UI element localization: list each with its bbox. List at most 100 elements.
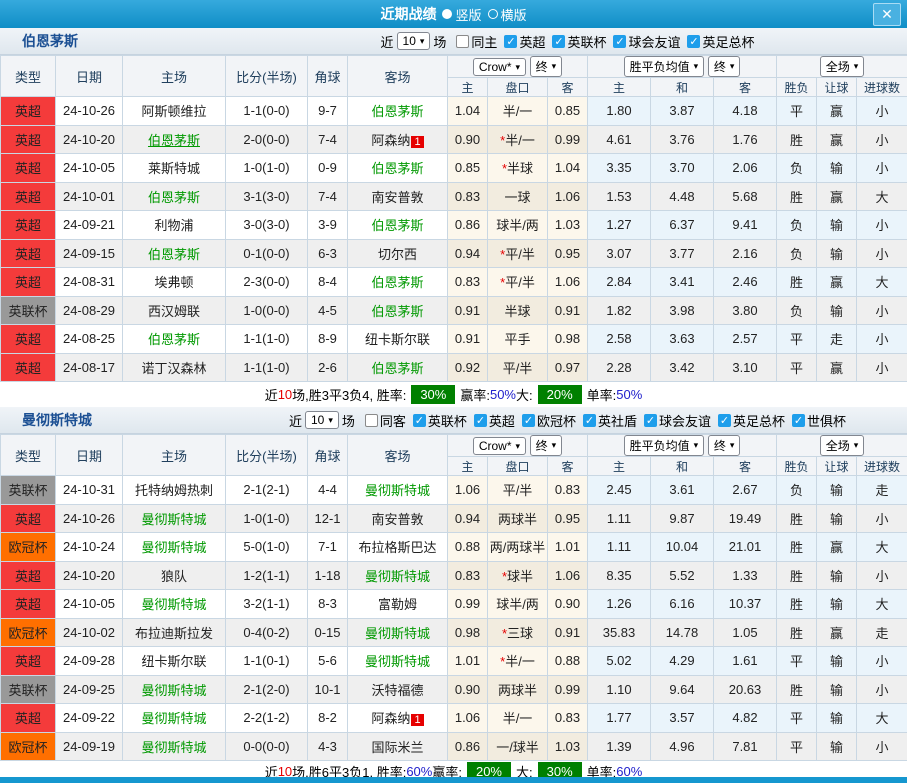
league-checkbox[interactable]: ✓ (718, 414, 731, 427)
home-team-link[interactable]: 诺丁汉森林 (141, 361, 206, 376)
same-venue-checkbox[interactable] (456, 35, 469, 48)
score: 1-1(1-0) (226, 353, 308, 382)
scope-select[interactable]: 全场▾ (820, 56, 865, 77)
scope-select[interactable]: 全场▾ (820, 435, 865, 456)
home-team-link[interactable]: 曼彻斯特城 (141, 683, 206, 698)
avg-odds-home: 1.80 (588, 97, 651, 126)
avg-odds-draw: 3.76 (651, 125, 714, 154)
league-checkbox[interactable]: ✓ (792, 414, 805, 427)
away-team-link[interactable]: 伯恩茅斯 (371, 104, 423, 119)
away-team-link[interactable]: 富勒姆 (378, 597, 417, 612)
league-checkbox[interactable]: ✓ (413, 414, 426, 427)
away-team-link[interactable]: 伯恩茅斯 (371, 275, 423, 290)
away-team-link[interactable]: 纽卡斯尔联 (365, 332, 430, 347)
chevron-down-icon: ▾ (694, 61, 699, 72)
result-handicap: 输 (817, 154, 857, 183)
away-team-link[interactable]: 南安普敦 (371, 190, 423, 205)
home-team-link[interactable]: 托特纳姆热刺 (135, 483, 213, 498)
away-team-link[interactable]: 沃特福德 (371, 683, 423, 698)
away-team-link[interactable]: 伯恩茅斯 (371, 161, 423, 176)
home-team-link[interactable]: 纽卡斯尔联 (141, 654, 206, 669)
avg-odds-away: 1.05 (714, 618, 777, 647)
away-team-link[interactable]: 南安普敦 (371, 512, 423, 527)
avg-time-select[interactable]: 终▾ (708, 56, 741, 77)
away-team-cell: 伯恩茅斯 (348, 154, 448, 183)
match-count-select[interactable]: 10▾ (305, 411, 339, 429)
away-team-link[interactable]: 曼彻斯特城 (365, 654, 430, 669)
away-team-link[interactable]: 布拉格斯巴达 (358, 540, 436, 555)
league-checkbox[interactable]: ✓ (583, 414, 596, 427)
score: 1-2(1-1) (226, 561, 308, 590)
avg-odds-draw: 5.52 (651, 561, 714, 590)
away-team-cell: 沃特福德 (348, 675, 448, 704)
corners: 5-6 (308, 647, 348, 676)
close-button[interactable]: ✕ (873, 3, 901, 26)
bookmaker-select[interactable]: Crow*▾ (473, 58, 526, 76)
avg-select[interactable]: 胜平负均值▾ (624, 435, 705, 456)
away-team-link[interactable]: 阿森纳 (371, 133, 410, 148)
match-row: 英超24-08-25伯恩茅斯1-1(1-0)8-9纽卡斯尔联0.91平手0.98… (1, 325, 907, 354)
home-team-link[interactable]: 狼队 (161, 569, 187, 584)
league-checkbox-label: 球会友谊 (659, 411, 711, 430)
corners: 8-9 (308, 325, 348, 354)
away-team-cell: 南安普敦 (348, 182, 448, 211)
match-row: 英超24-08-31埃弗顿2-3(0-0)8-4伯恩茅斯0.83*平/半1.06… (1, 268, 907, 297)
league-checkbox[interactable]: ✓ (644, 414, 657, 427)
league-checkbox[interactable]: ✓ (687, 35, 700, 48)
handicap-line: *三球 (488, 618, 548, 647)
home-team-link[interactable]: 利物浦 (154, 218, 193, 233)
bookmaker-select[interactable]: Crow*▾ (473, 437, 526, 455)
away-team-link[interactable]: 伯恩茅斯 (371, 218, 423, 233)
away-team-link[interactable]: 伯恩茅斯 (371, 304, 423, 319)
same-venue-checkbox[interactable] (365, 414, 378, 427)
section-header-bournemouth: 伯恩茅斯 近10▾场同主✓英超✓英联杯✓球会友谊✓英足总杯 (0, 28, 907, 55)
home-team-link[interactable]: 伯恩茅斯 (148, 190, 200, 205)
odds-time-select[interactable]: 终▾ (530, 435, 563, 456)
home-team-link[interactable]: 伯恩茅斯 (148, 332, 200, 347)
league-checkbox[interactable]: ✓ (522, 414, 535, 427)
home-team-link[interactable]: 曼彻斯特城 (141, 512, 206, 527)
away-team-link[interactable]: 曼彻斯特城 (365, 483, 430, 498)
away-team-link[interactable]: 阿森纳 (371, 711, 410, 726)
avg-select[interactable]: 胜平负均值▾ (624, 56, 705, 77)
odds-time-select[interactable]: 终▾ (530, 56, 563, 77)
league-checkbox[interactable]: ✓ (613, 35, 626, 48)
league-checkbox[interactable]: ✓ (474, 414, 487, 427)
handicap-line: 半/一 (488, 704, 548, 733)
result-goals: 走 (857, 476, 907, 505)
home-team-link[interactable]: 曼彻斯特城 (141, 540, 206, 555)
col-corner: 角球 (308, 56, 348, 97)
window-title: 近期战绩 (380, 4, 436, 24)
radio-horizontal-layout[interactable]: 横版 (488, 5, 527, 24)
home-team-cell: 布拉迪斯拉发 (123, 618, 226, 647)
home-team-link[interactable]: 曼彻斯特城 (141, 711, 206, 726)
match-date: 24-09-19 (56, 732, 123, 761)
handicap-odds-home: 0.99 (448, 590, 488, 619)
match-row: 英联杯24-10-31托特纳姆热刺2-1(2-1)4-4曼彻斯特城1.06平/半… (1, 476, 907, 505)
league-checkbox[interactable]: ✓ (552, 35, 565, 48)
col-type: 类型 (1, 56, 56, 97)
avg-odds-home: 2.28 (588, 353, 651, 382)
away-team-cell: 曼彻斯特城 (348, 476, 448, 505)
home-team-link[interactable]: 布拉迪斯拉发 (135, 626, 213, 641)
result-goals: 小 (857, 353, 907, 382)
away-team-link[interactable]: 伯恩茅斯 (371, 361, 423, 376)
home-team-link[interactable]: 埃弗顿 (154, 275, 193, 290)
home-team-link[interactable]: 伯恩茅斯 (148, 247, 200, 262)
home-team-link[interactable]: 曼彻斯特城 (141, 597, 206, 612)
away-team-link[interactable]: 曼彻斯特城 (365, 569, 430, 584)
away-team-link[interactable]: 国际米兰 (371, 740, 423, 755)
league-checkbox[interactable]: ✓ (504, 35, 517, 48)
home-team-link[interactable]: 曼彻斯特城 (141, 740, 206, 755)
home-team-link[interactable]: 西汉姆联 (148, 304, 200, 319)
away-team-link[interactable]: 切尔西 (378, 247, 417, 262)
avg-time-select[interactable]: 终▾ (708, 435, 741, 456)
summary-segment: 赢率: (460, 385, 490, 404)
away-team-link[interactable]: 曼彻斯特城 (365, 626, 430, 641)
radio-vertical-layout[interactable]: 竖版 (442, 5, 481, 24)
match-count-select[interactable]: 10▾ (397, 32, 431, 50)
home-team-link[interactable]: 伯恩茅斯 (148, 133, 200, 148)
home-team-link[interactable]: 莱斯特城 (148, 161, 200, 176)
avg-odds-draw: 3.70 (651, 154, 714, 183)
home-team-link[interactable]: 阿斯顿维拉 (141, 104, 206, 119)
